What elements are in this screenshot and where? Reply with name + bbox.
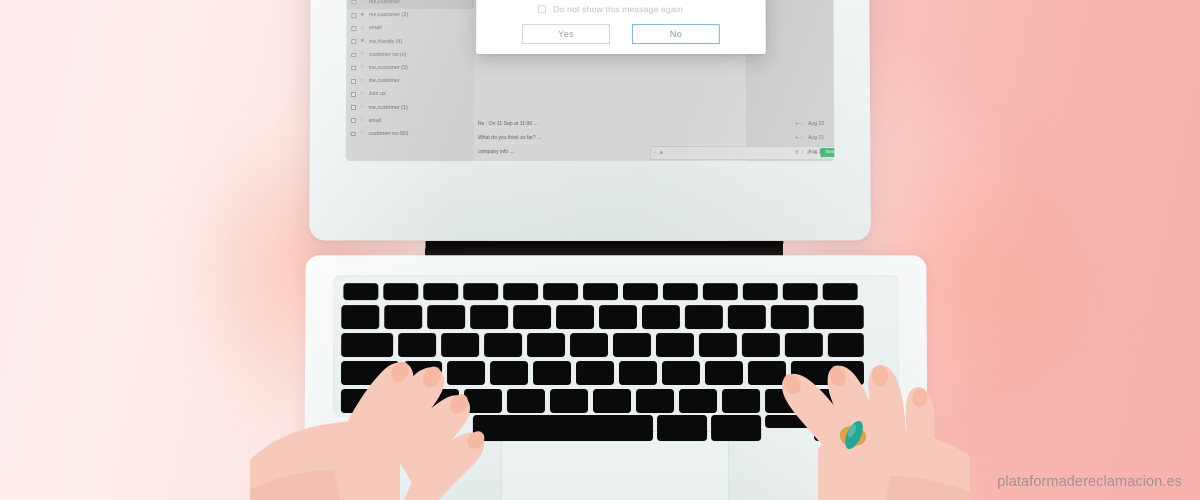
row-checkbox[interactable] — [351, 78, 356, 84]
list-item-sender: Join us — [368, 91, 386, 98]
list-item-sender: email — [368, 117, 382, 124]
star-icon[interactable]: ☆ — [360, 91, 365, 97]
list-item-sender: me,customer (1) — [368, 104, 408, 111]
row-checkbox[interactable] — [351, 52, 356, 58]
list-item[interactable]: ☆ me,customer (1) — [346, 101, 474, 114]
keyboard-key[interactable] — [782, 283, 818, 301]
star-icon[interactable]: ☆ — [360, 25, 365, 31]
do-not-show-label: Do not show this message again — [553, 4, 684, 15]
list-item[interactable]: ★ me,customer (2) — [346, 9, 474, 22]
row-checkbox[interactable] — [351, 26, 356, 31]
row-checkbox[interactable] — [350, 92, 356, 97]
list-item[interactable]: ☆ email — [346, 114, 474, 127]
laptop-lid: ☆ me,customer ☆ ☆ me,customer — [309, 0, 871, 241]
list-item-sender: me,customer — [369, 0, 401, 6]
watermark: plataformadereclamacion.es — [997, 474, 1182, 490]
preview-dates: ●— Aug 22 ●— Aug 21 Aug 21 — [746, 117, 832, 161]
keyboard-key[interactable] — [592, 388, 632, 414]
star-icon[interactable]: ☆ — [359, 130, 364, 136]
star-icon[interactable]: ★ — [360, 38, 365, 44]
list-item-sender: customer no:001 — [368, 130, 409, 138]
row-checkbox[interactable] — [351, 13, 357, 18]
keyboard-key[interactable] — [822, 283, 858, 301]
row-checkbox[interactable] — [350, 131, 356, 137]
keyboard-key[interactable] — [423, 283, 459, 301]
keyboard-key[interactable] — [727, 305, 766, 330]
row-checkbox[interactable] — [351, 65, 356, 71]
compose-left-tools[interactable]: ‹ ■ — [654, 150, 663, 156]
star-icon[interactable]: ★ — [360, 12, 365, 18]
date-entry: Aug 21 — [808, 145, 824, 159]
row-checkbox[interactable] — [350, 118, 356, 124]
attachment-icon: ●— — [794, 121, 804, 128]
date-label: Aug 21 — [808, 135, 825, 142]
row-checkbox[interactable] — [351, 0, 357, 5]
list-item[interactable]: ☆ customer no:001 — [346, 127, 474, 140]
date-label: Aug 21 — [808, 149, 825, 156]
preview-subject[interactable]: What do you think so far? ... — [478, 131, 542, 145]
keyboard-key[interactable] — [622, 283, 658, 301]
keyboard-key[interactable] — [543, 283, 579, 301]
attachment-icon[interactable]: ■ — [660, 150, 663, 156]
left-hand — [250, 361, 485, 500]
keyboard-key[interactable] — [641, 305, 680, 330]
no-button[interactable]: No — [631, 24, 720, 45]
keyboard-key[interactable] — [383, 283, 419, 301]
list-item[interactable]: ☆ Join us — [346, 88, 474, 101]
preview-subjects: Re : On 11 Sep at 11:00 ... What do you … — [474, 117, 835, 161]
list-item-sender: me,friends (4) — [368, 38, 403, 45]
mail-list[interactable]: ☆ me,customer ☆ ☆ me,customer — [345, 0, 475, 162]
date-entry: ●— Aug 22 — [795, 117, 824, 131]
arrow-icon[interactable]: ‹ — [654, 150, 656, 156]
list-item-sender: me,customer — [368, 78, 400, 85]
keyboard-key[interactable] — [742, 283, 778, 301]
star-icon[interactable]: ☆ — [360, 64, 365, 70]
list-item-sender: customer no:(x) — [368, 51, 407, 58]
date-entry: ●— Aug 21 — [795, 131, 824, 145]
keyboard-key[interactable] — [343, 283, 379, 301]
list-item[interactable]: ☆ me,customer — [346, 0, 475, 9]
preview-subject[interactable]: company info ... — [478, 145, 514, 159]
list-item-sender: email — [368, 25, 382, 32]
keyboard-key[interactable] — [570, 333, 609, 358]
keyboard-key[interactable] — [599, 305, 637, 330]
laptop-screen: ☆ me,customer ☆ ☆ me,customer — [345, 0, 835, 162]
list-item-sender: me,customer (2) — [368, 65, 409, 72]
star-icon[interactable]: ☆ — [359, 117, 364, 123]
keyboard-key[interactable] — [813, 305, 864, 330]
warning-dialog: Warning Do not show this message again Y… — [476, 0, 766, 55]
date-label: Aug 22 — [807, 121, 825, 128]
keyboard-key[interactable] — [770, 305, 809, 330]
list-item[interactable]: ★ me,friends (4) — [346, 35, 474, 48]
keyboard-key[interactable] — [463, 283, 499, 301]
do-not-show-checkbox[interactable] — [538, 5, 547, 14]
photo-scene: ☆ me,customer ☆ ☆ me,customer — [0, 0, 1200, 500]
list-item[interactable]: ☆ customer no:(x) — [346, 48, 474, 61]
star-icon[interactable]: ☆ — [360, 104, 365, 110]
preview-subject[interactable]: Re : On 11 Sep at 11:00 ... — [478, 117, 538, 131]
keyboard-key[interactable] — [576, 361, 615, 385]
star-icon[interactable]: ☆ — [360, 0, 365, 5]
right-hand — [782, 365, 970, 500]
keyboard-key[interactable] — [583, 283, 618, 301]
list-item[interactable]: ☆ me,customer (2) — [346, 61, 474, 74]
star-icon[interactable]: ☆ — [360, 78, 365, 84]
keyboard-key[interactable] — [662, 283, 698, 301]
row-checkbox[interactable] — [351, 39, 356, 45]
keyboard-key[interactable] — [684, 305, 723, 330]
keyboard-key[interactable] — [503, 283, 539, 301]
list-item[interactable]: ☆ me,customer — [346, 75, 474, 88]
yes-button[interactable]: Yes — [522, 24, 610, 45]
attachment-icon: ●— — [795, 135, 804, 142]
list-item[interactable]: ☆ email — [346, 22, 474, 35]
list-item-sender: me,customer (2) — [368, 12, 409, 19]
dialog-button-row: Yes No — [522, 24, 720, 45]
keyboard-key[interactable] — [702, 283, 738, 301]
star-icon[interactable]: ☆ — [360, 51, 365, 57]
do-not-show-again-row[interactable]: Do not show this message again — [538, 4, 683, 14]
row-checkbox[interactable] — [350, 105, 356, 110]
